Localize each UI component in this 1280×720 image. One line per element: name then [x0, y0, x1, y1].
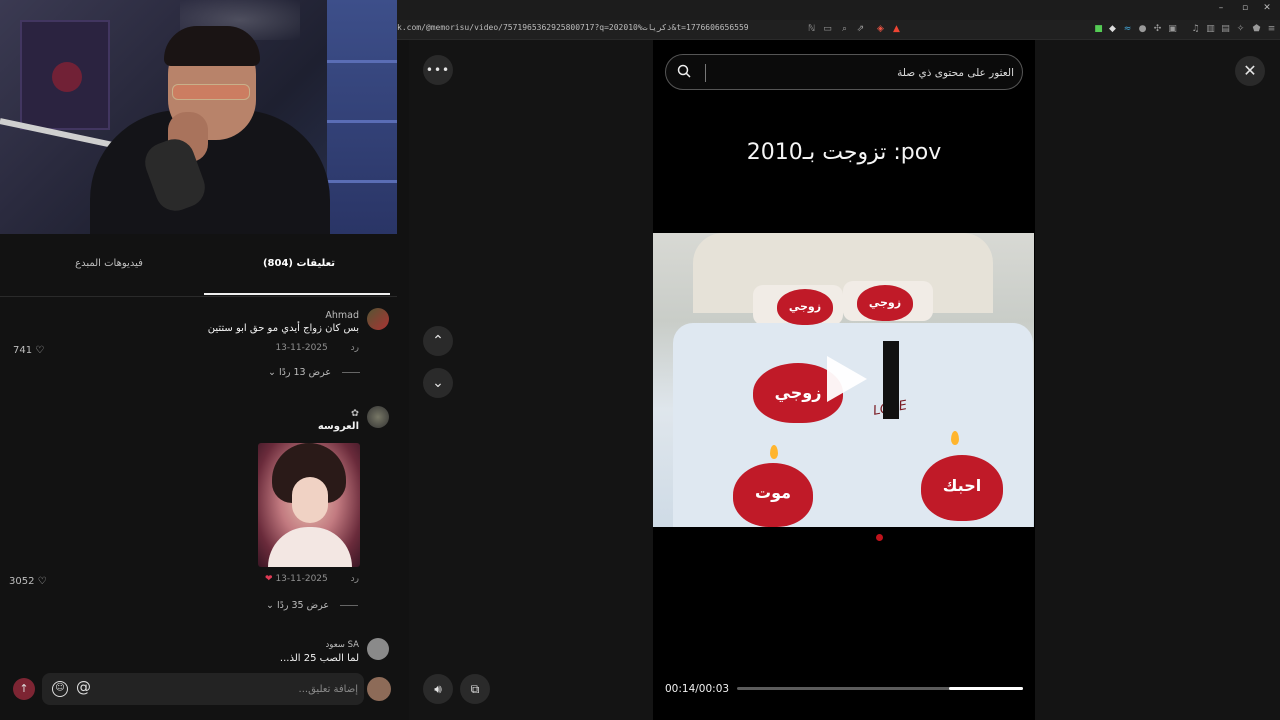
comment-sticker-image[interactable]: [258, 443, 360, 567]
comment-text: بس كان زواج أيدي مو حق ابو ستتين: [207, 323, 359, 334]
view-replies-label: عرض 35 ردًا: [277, 600, 329, 611]
video-caption: تزوجت بـ2010 :pov: [746, 140, 942, 165]
comments-panel: (804) تعليقات فيديوهات المبدع Ahmad بس ك…: [0, 234, 397, 720]
comment-author[interactable]: سعود SA: [326, 640, 359, 650]
vpn-icon[interactable]: ⬟: [1251, 24, 1262, 35]
extension-box-icon[interactable]: ▣: [1167, 24, 1178, 35]
reply-button[interactable]: رد: [351, 343, 359, 353]
music-icon[interactable]: ♫: [1190, 24, 1201, 35]
heart-icon[interactable]: ♡: [38, 576, 47, 587]
extension-diamond-icon[interactable]: ◆: [1107, 24, 1118, 35]
view-replies-label: عرض 13 ردًا: [279, 367, 331, 378]
comment-author[interactable]: ✿: [351, 408, 359, 419]
send-button[interactable]: ↑: [13, 678, 35, 700]
extension-circle-icon[interactable]: ●: [1137, 24, 1148, 35]
reader-icon[interactable]: ℕ: [806, 24, 817, 35]
mention-icon[interactable]: @: [76, 678, 91, 696]
restore-icon[interactable]: ▫: [1239, 3, 1251, 13]
playback-time: 00:14/00:03: [665, 683, 730, 695]
chevron-down-icon: ⌄: [268, 367, 276, 378]
comment-author[interactable]: Ahmad: [325, 310, 359, 321]
chevron-up-icon[interactable]: ⌃: [423, 326, 453, 356]
heart-icon[interactable]: ♡: [35, 345, 44, 356]
tab-creator-videos[interactable]: فيديوهات المبدع: [14, 258, 204, 269]
extension-green-icon[interactable]: ■: [1093, 24, 1104, 35]
comment-input[interactable]: [118, 680, 358, 698]
close-icon[interactable]: ✕: [1235, 56, 1265, 86]
sunglasses: [172, 84, 250, 100]
picture-in-picture-icon[interactable]: ⧉: [460, 674, 490, 704]
search-icon[interactable]: [677, 64, 691, 78]
extension-wave-icon[interactable]: ≈: [1122, 24, 1133, 35]
chevron-down-icon: ⌄: [266, 600, 274, 611]
comment-meta: رد 2025-11-13: [275, 343, 359, 353]
candle-heart-right: احبك: [921, 455, 1003, 521]
comment-text: العروسه: [317, 421, 359, 432]
comment-text: لما الصب 25 الذ...: [279, 653, 359, 664]
active-tab-indicator: [204, 293, 390, 295]
pillow-heart-right: زوجي: [857, 285, 913, 321]
like-count[interactable]: 741 ♡: [13, 345, 44, 356]
emoji-icon[interactable]: ☺: [52, 681, 68, 697]
brave-shield-icon[interactable]: ◈: [875, 24, 886, 35]
wallet-icon[interactable]: ▤: [1220, 24, 1231, 35]
chevron-down-icon[interactable]: ⌄: [423, 368, 453, 398]
groom-figure: [883, 341, 899, 419]
wall-poster: [20, 20, 110, 130]
extension-puzzle-icon[interactable]: ✣: [1152, 24, 1163, 35]
like-count[interactable]: 3052 ♡: [9, 576, 47, 587]
my-avatar[interactable]: [367, 677, 391, 701]
avatar[interactable]: [367, 406, 389, 428]
more-icon[interactable]: •••: [423, 55, 453, 85]
volume-icon[interactable]: 🔊︎: [423, 674, 453, 704]
view-replies-button[interactable]: ⌄ عرض 13 ردًا: [268, 367, 361, 378]
reply-button[interactable]: رد: [351, 574, 359, 584]
view-replies-button[interactable]: ⌄ عرض 35 ردًا: [266, 600, 359, 611]
avatar[interactable]: [367, 308, 389, 330]
comment-input-box[interactable]: ☺ @: [42, 673, 364, 705]
candle-heart-left: موت: [733, 463, 813, 527]
comment-date: 2025-11-13: [275, 343, 328, 353]
address-text[interactable]: k.com/@memorisu/video/757196536292580071…: [397, 23, 749, 32]
menu-icon[interactable]: ≡: [1266, 24, 1277, 35]
rewards-icon[interactable]: ▲: [891, 24, 902, 35]
red-cursor-dot: [876, 534, 883, 541]
like-count-value: 741: [13, 345, 33, 356]
zoom-icon[interactable]: ⌕: [839, 24, 850, 35]
share-icon[interactable]: ⇗: [855, 24, 866, 35]
related-search[interactable]: [665, 54, 1023, 90]
sidebar-icon[interactable]: ▥: [1205, 24, 1216, 35]
tab-bar: (804) تعليقات فيديوهات المبدع: [0, 250, 397, 297]
comment-item: سعود SA لما الصب 25 الذ...: [9, 638, 389, 664]
shelf: [327, 0, 397, 234]
comment-composer: ↑ ☺ @: [0, 664, 397, 720]
progress-fill: [948, 687, 1023, 690]
minimize-icon[interactable]: –: [1215, 3, 1227, 13]
close-window-icon[interactable]: ✕: [1261, 3, 1273, 13]
leo-icon[interactable]: ✧: [1235, 24, 1246, 35]
browser-titlebar: – ▫ ✕: [397, 0, 1280, 20]
like-count-value: 3052: [9, 576, 35, 587]
tab-comments[interactable]: (804) تعليقات: [204, 258, 394, 269]
comment-date: 2025-11-13: [275, 574, 328, 584]
streamer-webcam: [0, 0, 397, 234]
creator-liked-icon: ❤: [265, 574, 273, 584]
pillow-heart-left: زوجي: [777, 289, 833, 325]
play-icon[interactable]: [827, 356, 867, 402]
comment-meta: ❤ رد 2025-11-13: [251, 574, 359, 584]
progress-bar[interactable]: [737, 687, 1023, 690]
search-input[interactable]: [714, 64, 1014, 82]
screen-icon[interactable]: ▭: [822, 24, 833, 35]
avatar[interactable]: [367, 638, 389, 660]
